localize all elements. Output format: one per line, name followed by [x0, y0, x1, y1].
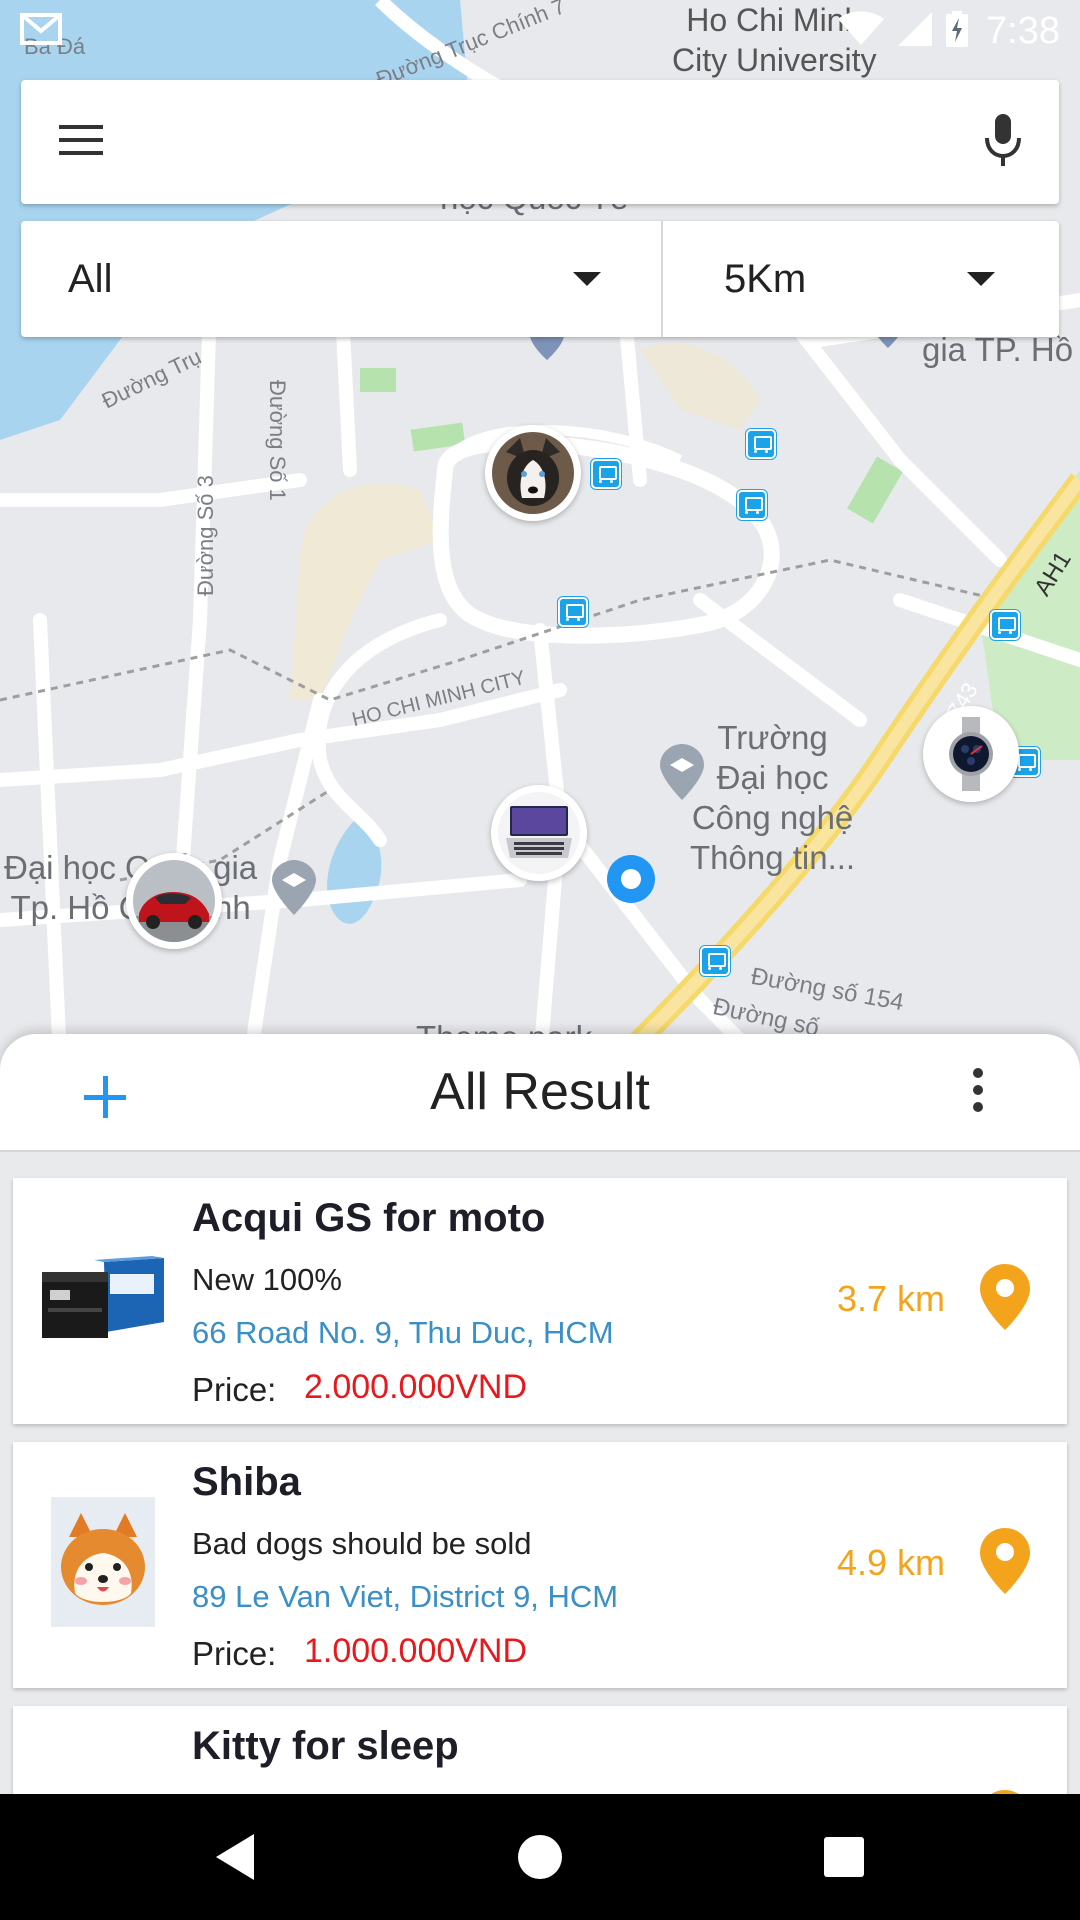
status-bar: 7:38 [0, 0, 1080, 62]
map-marker-husky[interactable] [485, 425, 581, 521]
shiba-product-image [33, 1492, 173, 1632]
map-label-duong-so-3: Đường Số 3 [193, 475, 218, 596]
map-label-truong-dh: Trường Đại học Công nghệ Thông tin... [690, 719, 856, 876]
chevron-down-icon [967, 272, 995, 286]
home-button[interactable] [480, 1794, 600, 1920]
laptop-thumbnail [498, 792, 580, 874]
result-distance: 3.7 km [837, 1278, 946, 1319]
result-card[interactable]: Kitty for sleep [13, 1706, 1067, 1794]
microphone-icon[interactable] [985, 113, 1021, 171]
result-description: New 100% [192, 1262, 342, 1297]
results-title: All Result [430, 1063, 650, 1121]
map-marker-laptop[interactable] [491, 785, 587, 881]
result-address[interactable]: 66 Road No. 9, Thu Duc, HCM [192, 1315, 614, 1351]
bus-stop-icon[interactable] [990, 610, 1020, 640]
watch-thumbnail [930, 713, 1012, 795]
result-price: 2.000.000VND [304, 1368, 528, 1406]
bus-stop-icon[interactable] [737, 490, 767, 520]
result-address[interactable]: 89 Le Van Viet, District 9, HCM [192, 1579, 618, 1615]
menu-icon[interactable] [59, 123, 103, 162]
navigation-bar [0, 1794, 1080, 1920]
wifi-icon [838, 11, 885, 52]
result-price: 1.000.000VND [304, 1632, 528, 1670]
map-marker-car[interactable] [126, 853, 222, 949]
result-name: Acqui GS for moto [192, 1196, 546, 1240]
back-button[interactable] [176, 1794, 296, 1920]
map-marker-watch[interactable] [923, 706, 1019, 802]
recents-button[interactable] [784, 1794, 904, 1920]
husky-thumbnail [492, 432, 574, 514]
bus-stop-icon[interactable] [591, 459, 621, 489]
search-input[interactable] [133, 122, 955, 162]
battery-charging-icon [946, 10, 969, 52]
result-distance: 4.9 km [837, 1542, 946, 1583]
distance-dropdown[interactable]: 5Km [663, 221, 1059, 337]
more-options-icon[interactable] [970, 1068, 986, 1118]
category-dropdown[interactable]: All [21, 221, 663, 337]
results-header: All Result [0, 1034, 1080, 1152]
result-name: Shiba [192, 1460, 301, 1504]
result-card[interactable]: Shiba Bad dogs should be sold 89 Le Van … [13, 1442, 1067, 1688]
result-description: Bad dogs should be sold [192, 1526, 532, 1561]
gmail-notification-icon [20, 12, 62, 50]
category-value: All [68, 256, 113, 301]
results-sheet[interactable]: All Result Acqui GS for moto New 100% 66… [0, 1034, 1080, 1794]
location-pin-icon[interactable] [980, 1264, 1030, 1335]
car-thumbnail [133, 860, 215, 942]
bus-stop-icon[interactable] [746, 429, 776, 459]
add-icon[interactable] [84, 1074, 132, 1122]
price-label: Price: [192, 1635, 277, 1672]
cell-signal-icon [898, 11, 933, 51]
bus-stop-icon[interactable] [558, 597, 588, 627]
map-label-duong-so-1: Đường Số 1 [265, 380, 290, 501]
distance-value: 5Km [724, 256, 807, 301]
current-location-indicator [607, 855, 655, 903]
bus-stop-icon[interactable] [700, 946, 730, 976]
status-time: 7:38 [986, 9, 1060, 52]
result-card[interactable]: Acqui GS for moto New 100% 66 Road No. 9… [13, 1178, 1067, 1424]
search-bar[interactable] [21, 80, 1059, 204]
filter-bar: All 5Km [21, 221, 1059, 337]
chevron-down-icon [573, 272, 601, 286]
price-label: Price: [192, 1371, 277, 1408]
battery-product-image [33, 1228, 173, 1368]
location-pin-icon[interactable] [980, 1528, 1030, 1599]
result-name: Kitty for sleep [192, 1724, 459, 1768]
